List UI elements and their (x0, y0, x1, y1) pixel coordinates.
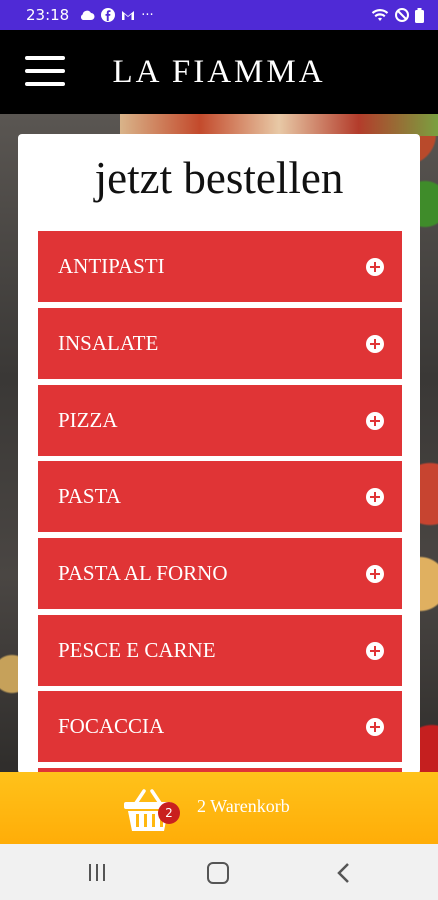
system-icons (371, 7, 424, 23)
status-time: 23:18 (26, 6, 70, 24)
order-heading: jetzt bestellen (94, 153, 344, 203)
category-insalate[interactable]: INSALATE (38, 308, 402, 379)
category-label: FOCACCIA (58, 714, 165, 738)
cart-count-badge: 2 (158, 802, 180, 824)
battery-icon (415, 7, 424, 23)
plus-circle-icon (366, 412, 384, 430)
cloud-icon (81, 10, 95, 20)
wifi-icon (371, 9, 389, 21)
plus-circle-icon (366, 718, 384, 736)
plus-circle-icon (366, 335, 384, 353)
back-icon[interactable] (333, 862, 357, 884)
category-pasta[interactable]: PASTA (38, 461, 402, 532)
category-label: PESCE E CARNE (58, 638, 216, 662)
notification-icons: ··· (79, 7, 154, 23)
facebook-icon (101, 8, 116, 22)
category-antipasti[interactable]: ANTIPASTI (38, 231, 402, 302)
cart-label[interactable]: 2 Warenkorb (197, 796, 290, 817)
plus-circle-icon (366, 642, 384, 660)
recent-apps-icon[interactable] (86, 862, 110, 884)
home-icon[interactable] (207, 862, 229, 884)
system-nav-bar (0, 844, 438, 900)
category-label: PASTA AL FORNO (58, 561, 228, 585)
category-pasta-al-forno[interactable]: PASTA AL FORNO (38, 538, 402, 609)
category-label: PIZZA (58, 408, 118, 432)
order-card: jetzt bestellen ANTIPASTI INSALATE PIZZA… (18, 134, 420, 774)
dnd-icon (395, 8, 409, 22)
plus-circle-icon (366, 488, 384, 506)
status-bar: 23:18 ··· (0, 0, 438, 30)
category-label: INSALATE (58, 331, 159, 355)
category-pesce-e-carne[interactable]: PESCE E CARNE (38, 615, 402, 686)
more-notifications-icon: ··· (141, 7, 154, 23)
category-label: PASTA (58, 484, 121, 508)
plus-circle-icon (366, 565, 384, 583)
gmail-icon (122, 11, 135, 20)
app-header: LA FIAMMA (0, 30, 438, 114)
category-focaccia[interactable]: FOCACCIA (38, 691, 402, 762)
category-label: ANTIPASTI (58, 254, 165, 278)
category-pizza[interactable]: PIZZA (38, 385, 402, 456)
app-title: LA FIAMMA (112, 54, 326, 90)
plus-circle-icon (366, 258, 384, 276)
